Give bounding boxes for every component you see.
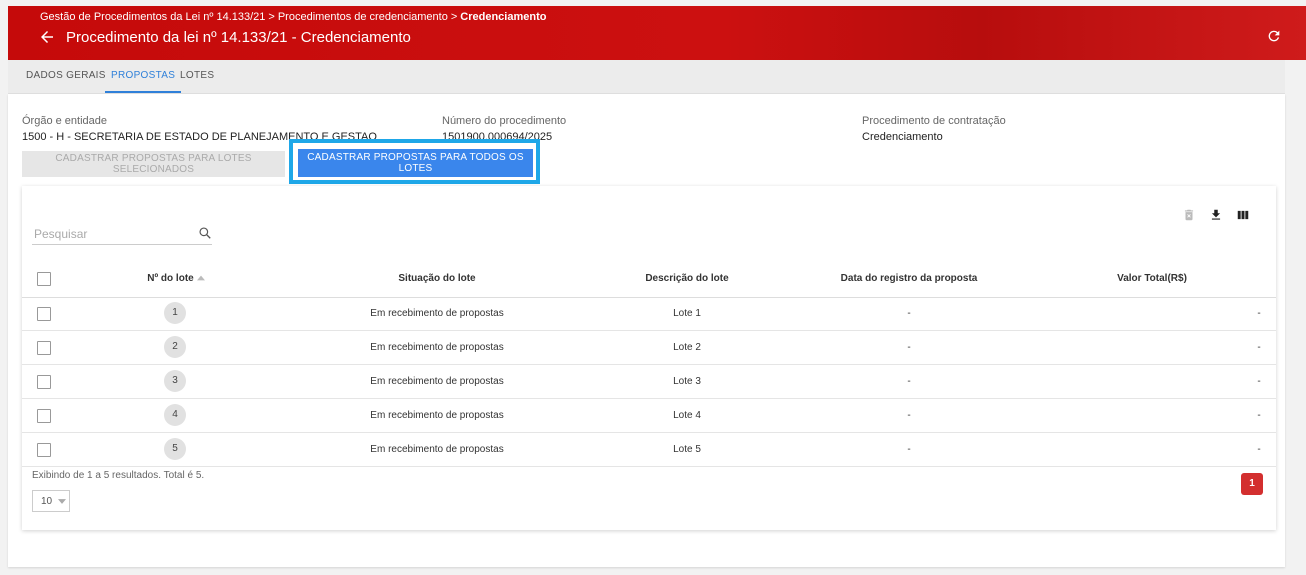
row-checkbox[interactable] — [37, 307, 51, 321]
breadcrumb-item-gestao[interactable]: Gestão de Procedimentos da Lei nº 14.133… — [40, 11, 265, 23]
cell-situacao: Em recebimento de propostas — [370, 376, 504, 387]
sort-up-icon[interactable] — [196, 275, 205, 281]
breadcrumb: Gestão de Procedimentos da Lei nº 14.133… — [40, 11, 546, 23]
procedimento-label: Procedimento de contratação — [862, 115, 1006, 127]
search-field — [32, 224, 212, 245]
cell-valor: - — [1257, 376, 1261, 387]
column-header-data[interactable]: Data do registro da proposta — [794, 273, 1024, 284]
row-checkbox[interactable] — [37, 443, 51, 457]
cadastrar-selecionados-button[interactable]: CADASTRAR PROPOSTAS PARA LOTES SELECIONA… — [22, 151, 285, 177]
search-input[interactable] — [32, 224, 186, 244]
cell-situacao: Em recebimento de propostas — [370, 342, 504, 353]
dropdown-icon — [57, 498, 66, 504]
cell-descricao: Lote 4 — [673, 410, 701, 421]
page-size-value: 10 — [41, 496, 53, 507]
download-icon[interactable] — [1209, 208, 1223, 222]
table-card: Nº do lote Situação do lote Descrição do… — [22, 186, 1276, 530]
row-checkbox[interactable] — [37, 375, 51, 389]
cell-descricao: Lote 2 — [673, 342, 701, 353]
column-header-lote[interactable]: Nº do lote — [126, 273, 226, 284]
lot-number-badge: 3 — [164, 370, 186, 392]
highlight-box — [289, 139, 540, 184]
tab-lotes[interactable]: LOTES — [174, 60, 220, 91]
table-row[interactable]: 3 Em recebimento de propostas Lote 3 - - — [22, 365, 1276, 399]
column-header-valor[interactable]: Valor Total(R$) — [1052, 273, 1252, 284]
refresh-icon[interactable] — [1266, 28, 1282, 44]
tab-dados-gerais[interactable]: DADOS GERAIS — [20, 60, 112, 91]
title-row: Procedimento da lei nº 14.133/21 - Crede… — [38, 28, 411, 46]
delete-icon[interactable] — [1182, 208, 1196, 222]
breadcrumb-item-procedimentos[interactable]: Procedimentos de credenciamento — [278, 11, 448, 23]
columns-icon[interactable] — [1236, 208, 1250, 222]
breadcrumb-separator: > — [450, 11, 458, 23]
cell-descricao: Lote 5 — [673, 444, 701, 455]
table-row[interactable]: 1 Em recebimento de propostas Lote 1 - - — [22, 297, 1276, 331]
cell-valor: - — [1257, 342, 1261, 353]
cell-valor: - — [1257, 410, 1261, 421]
breadcrumb-item-current: Credenciamento — [460, 11, 547, 23]
select-all-checkbox[interactable] — [37, 272, 51, 286]
tab-bar: DADOS GERAIS PROPOSTAS LOTES — [8, 60, 1285, 94]
cell-situacao: Em recebimento de propostas — [370, 410, 504, 421]
cell-data: - — [907, 308, 911, 319]
cell-descricao: Lote 3 — [673, 376, 701, 387]
column-header-descricao[interactable]: Descrição do lote — [587, 273, 787, 284]
table-row[interactable]: 2 Em recebimento de propostas Lote 2 - - — [22, 331, 1276, 365]
tab-propostas[interactable]: PROPOSTAS — [105, 60, 182, 93]
procedimento-value: Credenciamento — [862, 131, 943, 143]
page-size-select[interactable]: 10 — [32, 490, 70, 512]
breadcrumb-separator: > — [268, 11, 275, 23]
back-arrow-icon[interactable] — [38, 28, 56, 46]
page-button-current[interactable]: 1 — [1241, 473, 1263, 495]
column-header-situacao[interactable]: Situação do lote — [337, 273, 537, 284]
lot-number-badge: 2 — [164, 336, 186, 358]
table-row[interactable]: 4 Em recebimento de propostas Lote 4 - - — [22, 399, 1276, 433]
lot-number-badge: 4 — [164, 404, 186, 426]
cell-data: - — [907, 342, 911, 353]
cell-descricao: Lote 1 — [673, 308, 701, 319]
lot-number-badge: 1 — [164, 302, 186, 324]
results-summary: Exibindo de 1 a 5 resultados. Total é 5. — [32, 470, 205, 481]
search-icon[interactable] — [198, 226, 212, 240]
row-checkbox[interactable] — [37, 341, 51, 355]
page-title: Procedimento da lei nº 14.133/21 - Crede… — [66, 28, 411, 46]
cell-data: - — [907, 444, 911, 455]
cell-data: - — [907, 410, 911, 421]
app-header: Gestão de Procedimentos da Lei nº 14.133… — [8, 6, 1306, 60]
numero-label: Número do procedimento — [442, 115, 567, 127]
cell-situacao: Em recebimento de propostas — [370, 308, 504, 319]
orgao-label: Órgão e entidade — [22, 115, 108, 127]
table-header: Nº do lote Situação do lote Descrição do… — [22, 260, 1276, 298]
cell-situacao: Em recebimento de propostas — [370, 444, 504, 455]
cell-valor: - — [1257, 444, 1261, 455]
main-panel: Órgão e entidade 1500 - H - SECRETARIA D… — [8, 94, 1285, 567]
cell-valor: - — [1257, 308, 1261, 319]
column-header-lote-label: Nº do lote — [147, 273, 194, 284]
table-row[interactable]: 5 Em recebimento de propostas Lote 5 - - — [22, 433, 1276, 467]
row-checkbox[interactable] — [37, 409, 51, 423]
lot-number-badge: 5 — [164, 438, 186, 460]
cell-data: - — [907, 376, 911, 387]
